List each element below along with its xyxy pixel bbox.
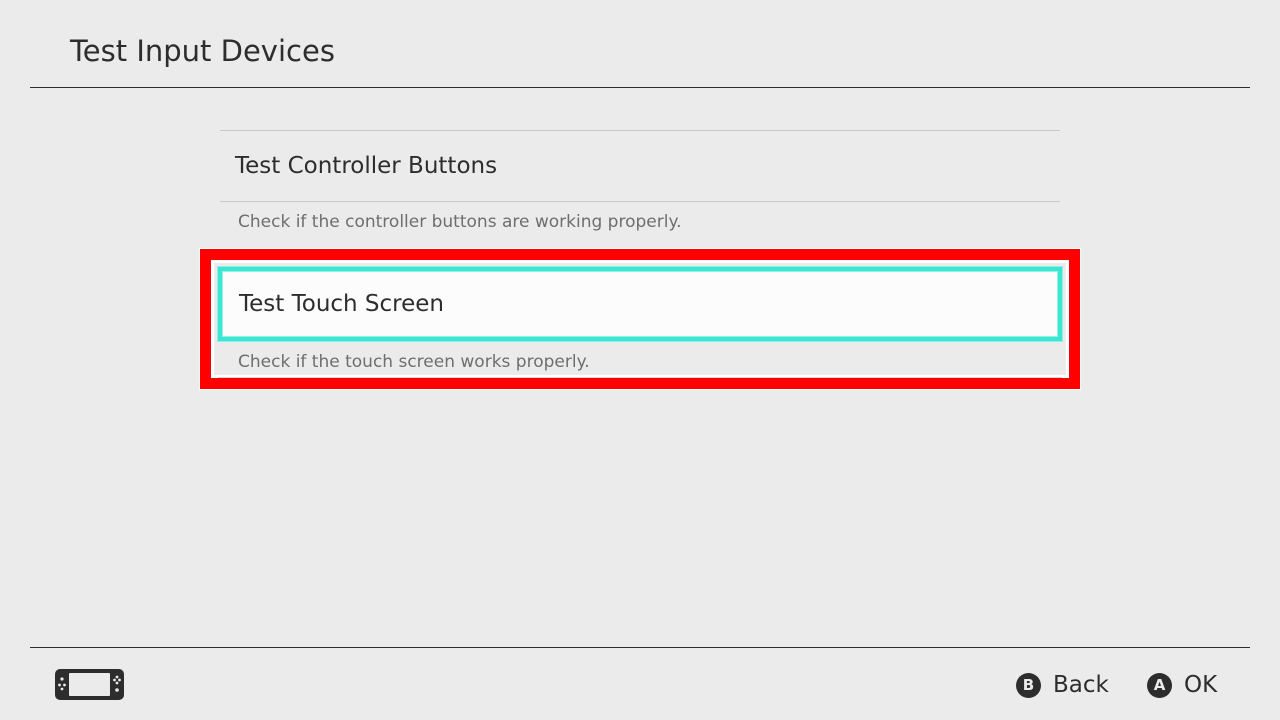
a-button-icon: A	[1147, 672, 1172, 698]
menu-item-test-controller-buttons[interactable]: Test Controller Buttons Check if the con…	[220, 130, 1060, 248]
menu-list: Test Controller Buttons Check if the con…	[220, 130, 1060, 248]
back-button-label: Back	[1053, 672, 1109, 698]
selection-highlight-box: Test Touch Screen Check if the touch scr…	[200, 249, 1080, 389]
footer-divider	[30, 647, 1250, 648]
item-divider	[218, 377, 1062, 378]
menu-item-description: Check if the touch screen works properly…	[238, 352, 590, 372]
page-title: Test Input Devices	[70, 34, 335, 68]
b-button-icon: B	[1016, 672, 1041, 698]
handheld-console-icon	[55, 669, 124, 700]
menu-item-test-touch-screen[interactable]: Test Touch Screen Check if the touch scr…	[211, 260, 1069, 378]
menu-item-description: Check if the controller buttons are work…	[238, 212, 682, 232]
ok-button-label: OK	[1184, 672, 1218, 698]
system-settings-screen: Test Input Devices Test Controller Butto…	[0, 0, 1280, 720]
ok-button[interactable]: A OK	[1147, 668, 1217, 702]
menu-item-label: Test Controller Buttons	[235, 153, 498, 179]
header-divider	[30, 87, 1250, 88]
selected-menu-item-label[interactable]: Test Touch Screen	[218, 267, 1062, 341]
back-button[interactable]: B Back	[1016, 668, 1109, 702]
